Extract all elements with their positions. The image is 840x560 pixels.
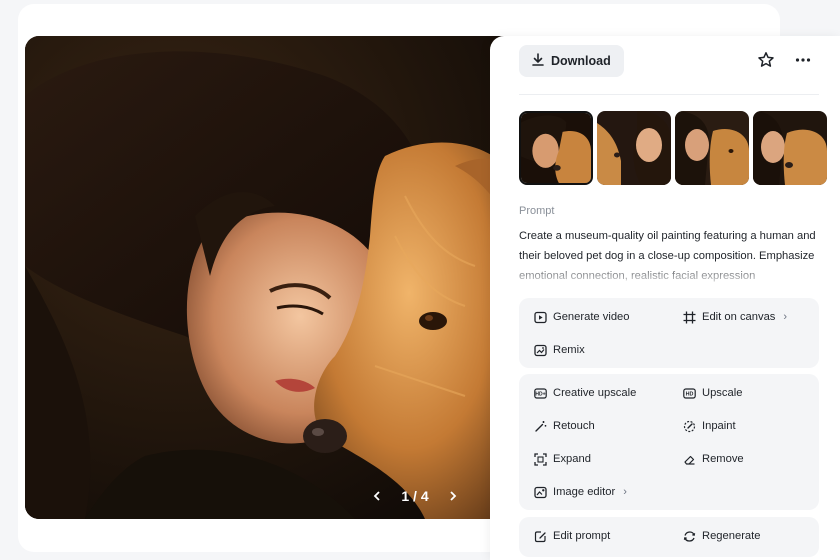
remove-label: Remove xyxy=(702,453,744,465)
generate-video-label: Generate video xyxy=(553,311,630,323)
hd-plus-icon: HD+ xyxy=(533,386,547,400)
generated-image xyxy=(25,36,525,519)
more-icon[interactable] xyxy=(794,51,814,71)
video-play-icon xyxy=(533,310,547,324)
expand-button[interactable]: Expand xyxy=(533,448,591,470)
image-editor-label: Image editor xyxy=(553,486,616,498)
svg-text:HD: HD xyxy=(685,391,693,397)
inpaint-brush-icon xyxy=(682,419,696,433)
thumbnail-strip xyxy=(519,111,827,185)
chevron-right-icon[interactable] xyxy=(443,486,463,506)
download-button[interactable]: Download xyxy=(519,45,624,77)
action-group-enhance: HD+ Creative upscale HD Upscale Retouch … xyxy=(519,374,819,510)
expand-label: Expand xyxy=(553,453,591,465)
image-editor-button[interactable]: Image editor › xyxy=(533,481,627,503)
expand-icon xyxy=(533,452,547,466)
chevron-left-icon[interactable] xyxy=(367,486,387,506)
thumbnail-3[interactable] xyxy=(675,111,749,185)
chevron-right-icon: › xyxy=(623,486,627,498)
remove-button[interactable]: Remove xyxy=(682,448,744,470)
creative-upscale-button[interactable]: HD+ Creative upscale xyxy=(533,382,636,404)
remix-button[interactable]: Remix xyxy=(533,339,585,361)
inpaint-button[interactable]: Inpaint xyxy=(682,415,736,437)
action-group-prompt: Edit prompt Regenerate xyxy=(519,517,819,557)
prompt-label: Prompt xyxy=(519,205,555,217)
action-group-generate: Generate video Edit on canvas › Remix xyxy=(519,298,819,368)
regenerate-label: Regenerate xyxy=(702,530,761,542)
edit-on-canvas-label: Edit on canvas xyxy=(702,311,776,323)
remix-label: Remix xyxy=(553,344,585,356)
retouch-button[interactable]: Retouch xyxy=(533,415,595,437)
main-image-viewer[interactable]: 1 / 4 xyxy=(25,36,525,519)
inpaint-label: Inpaint xyxy=(702,420,736,432)
remix-icon xyxy=(533,343,547,357)
regenerate-button[interactable]: Regenerate xyxy=(682,525,760,547)
eraser-icon xyxy=(682,452,696,466)
star-icon[interactable] xyxy=(757,51,777,71)
hd-icon: HD xyxy=(682,386,696,400)
magic-wand-icon xyxy=(533,419,547,433)
edit-on-canvas-button[interactable]: Edit on canvas › xyxy=(682,306,787,328)
panel-toolbar: Download xyxy=(519,45,819,77)
image-pager: 1 / 4 xyxy=(355,482,475,510)
chevron-right-icon: › xyxy=(783,311,788,323)
prompt-fade xyxy=(519,266,819,288)
edit-prompt-button[interactable]: Edit prompt xyxy=(533,525,610,547)
download-label: Download xyxy=(551,54,611,68)
regenerate-icon xyxy=(682,529,696,543)
upscale-button[interactable]: HD Upscale xyxy=(682,382,742,404)
thumbnail-2[interactable] xyxy=(597,111,671,185)
edit-prompt-label: Edit prompt xyxy=(553,530,611,542)
divider xyxy=(519,94,819,95)
palette-icon xyxy=(533,485,547,499)
generate-video-button[interactable]: Generate video xyxy=(533,306,630,328)
upscale-label: Upscale xyxy=(702,387,743,399)
creative-upscale-label: Creative upscale xyxy=(553,387,637,399)
thumbnail-1[interactable] xyxy=(519,111,593,185)
page-indicator: 1 / 4 xyxy=(401,488,429,504)
thumbnail-4[interactable] xyxy=(753,111,827,185)
download-icon xyxy=(531,52,545,70)
retouch-label: Retouch xyxy=(553,420,595,432)
details-panel: Download Prompt Create a museum-quality … xyxy=(490,36,840,560)
canvas-crop-icon xyxy=(682,310,696,324)
svg-text:HD+: HD+ xyxy=(535,391,545,397)
edit-prompt-icon xyxy=(533,529,547,543)
